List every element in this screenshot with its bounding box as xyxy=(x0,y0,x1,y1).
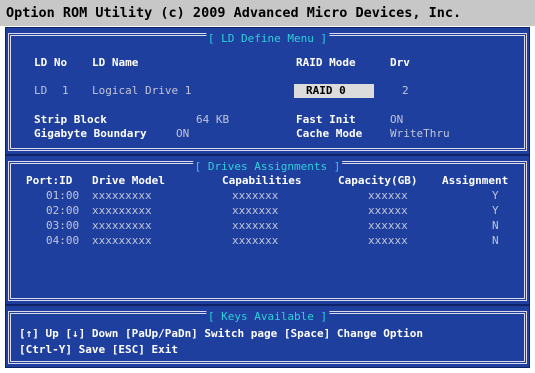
header-drv: Drv xyxy=(390,56,410,69)
row-assignment[interactable]: N xyxy=(492,234,499,248)
header-drive-model: Drive Model xyxy=(92,174,165,187)
keys-legend: [ Keys Available ] xyxy=(205,310,330,323)
app-title: Option ROM Utility (c) 2009 Advanced Mic… xyxy=(6,5,462,21)
row-model: xxxxxxxxx xyxy=(92,234,152,247)
ld-prefix: LD xyxy=(34,84,48,97)
rom-utility-screen: Option ROM Utility (c) 2009 Advanced Mic… xyxy=(0,0,535,373)
row-model: xxxxxxxxx xyxy=(92,189,152,202)
row-capacity: xxxxxx xyxy=(368,219,408,232)
ld-name-value[interactable]: Logical Drive 1 xyxy=(92,84,191,98)
header-port-id: Port:ID xyxy=(26,174,73,187)
ld-number: 1 xyxy=(62,84,69,97)
row-capacity: xxxxxx xyxy=(368,234,408,247)
row-capabilities: xxxxxxx xyxy=(232,204,279,217)
row-assignment[interactable]: Y xyxy=(492,189,499,203)
drv-count: 2 xyxy=(402,84,409,97)
row-capacity: xxxxxx xyxy=(368,189,408,202)
header-assignment: Assignment xyxy=(442,174,509,187)
title-bar: Option ROM Utility (c) 2009 Advanced Mic… xyxy=(0,0,535,26)
raid-mode-selector[interactable]: RAID 0 xyxy=(294,84,374,98)
row-port: 01:00 xyxy=(46,189,80,202)
strip-block-label: Strip Block xyxy=(34,113,107,126)
drives-legend: [ Drives Assignments ] xyxy=(192,160,343,173)
keys-help-line-1: [↑] Up [↓] Down [PaUp/PaDn] Switch page … xyxy=(19,327,423,340)
row-model: xxxxxxxxx xyxy=(92,219,152,232)
keys-help-line-2: [Ctrl-Y] Save [ESC] Exit xyxy=(19,343,178,356)
ld-define-panel: [ LD Define Menu ] LD No LD Name RAID Mo… xyxy=(5,27,530,155)
header-capabilities: Capabilities xyxy=(222,174,302,187)
ld-define-legend: [ LD Define Menu ] xyxy=(205,32,330,45)
row-port: 02:00 xyxy=(46,204,80,217)
header-raid-mode: RAID Mode xyxy=(296,56,356,69)
row-capabilities: xxxxxxx xyxy=(232,234,279,247)
row-capabilities: xxxxxxx xyxy=(232,219,279,232)
row-capabilities: xxxxxxx xyxy=(232,189,279,202)
strip-block-value[interactable]: 64 KB xyxy=(196,113,229,127)
header-ld-name: LD Name xyxy=(92,56,139,69)
header-ld-no: LD No xyxy=(34,56,68,69)
cache-mode-label: Cache Mode xyxy=(296,127,363,140)
fast-init-value[interactable]: ON xyxy=(390,113,403,127)
row-assignment[interactable]: N xyxy=(492,219,499,233)
gigabyte-boundary-value[interactable]: ON xyxy=(176,127,189,141)
row-port: 03:00 xyxy=(46,219,80,232)
fast-init-label: Fast Init xyxy=(296,113,356,126)
drives-panel: [ Drives Assignments ] Port:ID Drive Mod… xyxy=(5,155,530,305)
row-assignment[interactable]: Y xyxy=(492,204,499,218)
row-model: xxxxxxxxx xyxy=(92,204,152,217)
header-capacity: Capacity(GB) xyxy=(338,174,418,187)
row-port: 04:00 xyxy=(46,234,80,247)
row-capacity: xxxxxx xyxy=(368,204,408,217)
keys-panel: [ Keys Available ] [↑] Up [↓] Down [PaUp… xyxy=(5,305,530,368)
gigabyte-boundary-label: Gigabyte Boundary xyxy=(34,127,147,140)
cache-mode-value[interactable]: WriteThru xyxy=(390,127,450,141)
